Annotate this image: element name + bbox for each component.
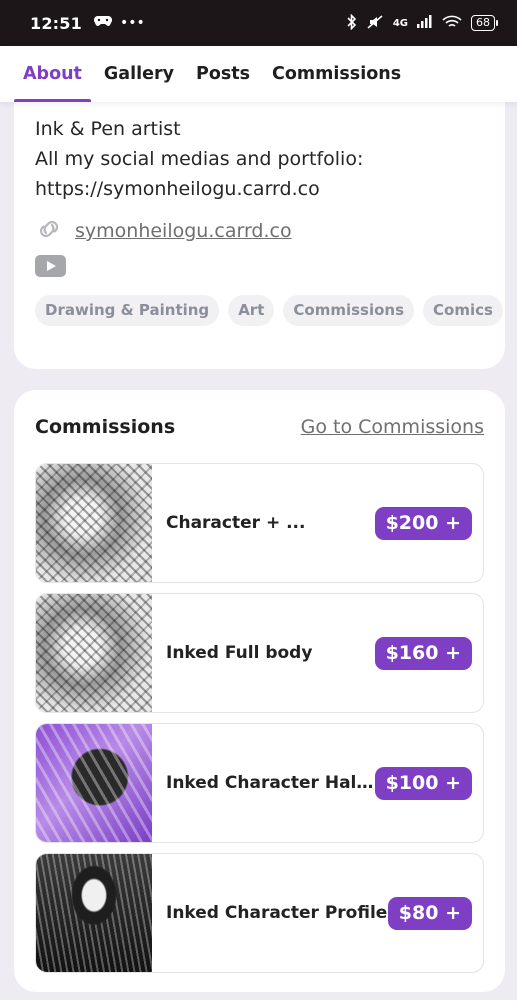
- commission-item[interactable]: Inked Character Half ... $100 +: [35, 723, 484, 843]
- price-badge: $100 +: [374, 766, 472, 800]
- tag-chip[interactable]: Comics: [423, 295, 503, 326]
- more-dots-icon: •••: [119, 15, 145, 31]
- profile-tabs: About Gallery Posts Commissions: [0, 46, 517, 102]
- bio-line: https://symonheilogu.carrd.co: [35, 178, 320, 200]
- bluetooth-icon: [347, 13, 357, 33]
- commission-list: Character + ... $200 + Inked Full body $…: [35, 463, 484, 973]
- commission-item[interactable]: Character + ... $200 +: [35, 463, 484, 583]
- price-badge: $80 +: [387, 896, 472, 930]
- wifi-icon: [442, 15, 462, 32]
- bio-line: Ink & Pen artist: [35, 118, 181, 140]
- commission-name: Character + ...: [166, 513, 306, 533]
- tab-about[interactable]: About: [14, 46, 91, 102]
- tab-posts[interactable]: Posts: [187, 46, 259, 102]
- status-bar: 12:51 ••• 4G 68: [0, 0, 517, 46]
- bio-line: All my social medias and portfolio:: [35, 148, 364, 170]
- commission-name: Inked Character Profile: [166, 903, 388, 923]
- commission-thumbnail: [36, 464, 152, 582]
- commission-item[interactable]: Inked Full body $160 +: [35, 593, 484, 713]
- commissions-header: Commissions Go to Commissions: [35, 412, 484, 442]
- commission-item[interactable]: Inked Character Profile $80 +: [35, 853, 484, 973]
- status-time: 12:51: [30, 13, 82, 33]
- price-badge: $160 +: [374, 636, 472, 670]
- mute-icon: [366, 14, 384, 33]
- status-right: 4G 68: [347, 13, 498, 33]
- website-link[interactable]: symonheilogu.carrd.co: [75, 220, 292, 242]
- tag-list: Drawing & Painting Art Commissions Comic…: [35, 295, 503, 326]
- network-label: 4G: [392, 17, 408, 29]
- go-to-commissions-link[interactable]: Go to Commissions: [301, 416, 484, 438]
- website-link-row[interactable]: symonheilogu.carrd.co: [35, 220, 484, 242]
- youtube-icon[interactable]: [35, 255, 66, 277]
- tag-chip[interactable]: Commissions: [283, 295, 414, 326]
- commissions-card: Commissions Go to Commissions Character …: [14, 390, 505, 992]
- commission-name: Inked Character Half ...: [166, 773, 375, 793]
- battery-icon: 68: [471, 15, 498, 31]
- tag-chip[interactable]: Art: [228, 295, 275, 326]
- commission-thumbnail: [36, 854, 152, 972]
- status-left-icons: •••: [93, 14, 145, 32]
- tag-chip[interactable]: Drawing & Painting: [35, 295, 220, 326]
- tab-gallery[interactable]: Gallery: [95, 46, 183, 102]
- about-card: Ink & Pen artist All my social medias an…: [14, 96, 505, 369]
- commission-name: Inked Full body: [166, 643, 313, 663]
- game-controller-icon: [93, 14, 112, 32]
- price-badge: $200 +: [374, 506, 472, 540]
- link-icon: [35, 220, 63, 242]
- commission-thumbnail: [36, 724, 152, 842]
- commission-thumbnail: [36, 594, 152, 712]
- commissions-title: Commissions: [35, 416, 176, 438]
- tab-commissions[interactable]: Commissions: [263, 46, 410, 102]
- signal-icon: [417, 15, 433, 31]
